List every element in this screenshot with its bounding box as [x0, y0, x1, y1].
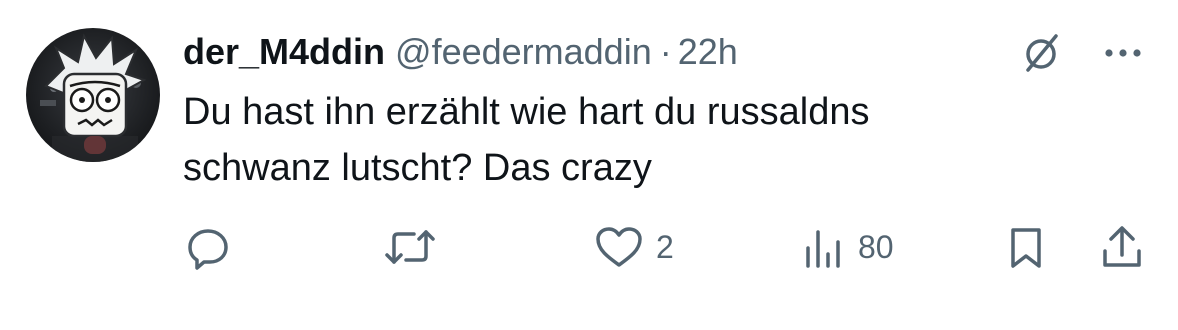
tweet-text-line: schwanz lutscht? Das crazy [183, 147, 652, 189]
tweet-header: der_M4ddin @feedermaddin · 22h [183, 30, 738, 74]
cartoon-face-avatar-icon [40, 33, 147, 162]
like-count: 2 [656, 229, 674, 265]
retweet-arrows-icon [385, 230, 435, 264]
more-dots-icon[interactable] [1100, 38, 1146, 68]
heart-icon [596, 227, 642, 267]
bookmark-button[interactable] [1003, 222, 1049, 272]
share-button[interactable] [1098, 222, 1146, 272]
tweet-card[interactable]: der_M4ddin @feedermaddin · 22h Du hast i… [0, 0, 1178, 330]
user-handle[interactable]: @feedermaddin [395, 30, 652, 74]
grok-slash-circle-icon[interactable] [1018, 30, 1064, 76]
action-bar: 2 80 [0, 222, 1178, 272]
bookmark-icon [1011, 228, 1041, 268]
tweet-text: Du hast ihn erzählt wie hart du russaldn… [183, 84, 1123, 196]
views-bars-icon [806, 230, 840, 268]
display-name[interactable]: der_M4ddin [183, 30, 385, 74]
views-button[interactable]: 80 [800, 222, 894, 272]
views-count: 80 [858, 229, 894, 265]
separator-dot: · [659, 31, 672, 72]
tweet-text-line: Du hast ihn erzählt wie hart du russaldn… [183, 91, 870, 133]
like-button[interactable]: 2 [594, 222, 674, 272]
retweet-button[interactable] [384, 222, 448, 272]
reply-bubble-icon [188, 229, 228, 270]
timestamp[interactable]: 22h [678, 30, 738, 74]
avatar[interactable] [26, 28, 160, 162]
reply-button[interactable] [186, 222, 244, 272]
share-upload-icon [1103, 226, 1141, 267]
